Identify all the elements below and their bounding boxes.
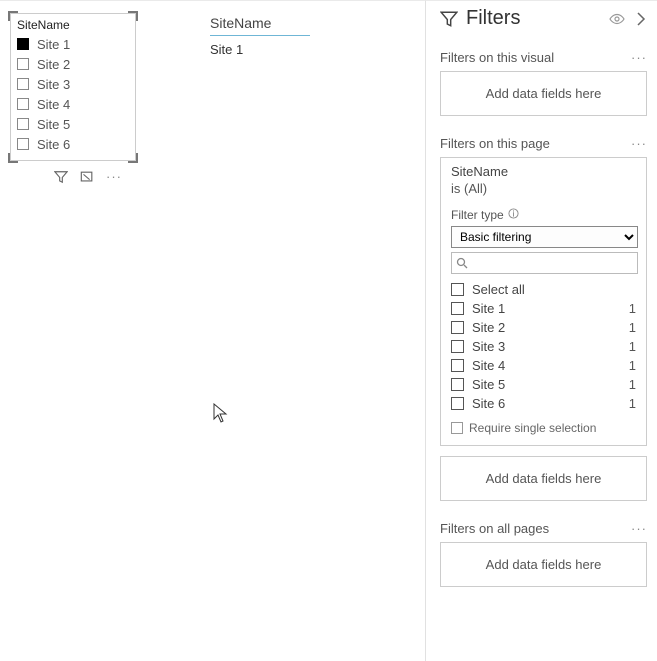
checkbox-icon[interactable] — [451, 422, 463, 434]
funnel-icon[interactable] — [54, 170, 68, 184]
checkbox-icon[interactable] — [451, 302, 464, 315]
filters-panel: Filters Filters on this visual ··· Add d… — [425, 0, 657, 661]
filter-value-count: 1 — [629, 320, 638, 335]
cursor-icon — [213, 403, 229, 426]
resize-handle-tr[interactable] — [128, 11, 138, 21]
section-page-more-icon[interactable]: ··· — [631, 136, 647, 151]
filter-value-count: 1 — [629, 301, 638, 316]
section-visual-more-icon[interactable]: ··· — [631, 50, 647, 65]
filter-value-row[interactable]: Select all — [451, 280, 638, 299]
page-dropzone[interactable]: Add data fields here — [440, 456, 647, 501]
resize-handle-bl[interactable] — [8, 153, 18, 163]
require-single-selection[interactable]: Require single selection — [451, 421, 638, 435]
visual-dropzone[interactable]: Add data fields here — [440, 71, 647, 116]
slicer-item-label: Site 4 — [37, 97, 70, 112]
filter-value-row[interactable]: Site 51 — [451, 375, 638, 394]
filter-value-count: 1 — [629, 396, 638, 411]
checkbox-icon[interactable] — [451, 359, 464, 372]
checkbox-icon[interactable] — [17, 98, 29, 110]
checkbox-icon[interactable] — [17, 138, 29, 150]
funnel-icon — [440, 10, 458, 28]
filter-value-count: 1 — [629, 339, 638, 354]
filter-value-label: Select all — [472, 282, 636, 297]
eye-icon[interactable] — [609, 11, 625, 27]
slicer-toolbar: ··· — [54, 169, 122, 184]
section-all-more-icon[interactable]: ··· — [631, 521, 647, 536]
slicer-item-label: Site 1 — [37, 37, 70, 52]
slicer-item-label: Site 2 — [37, 57, 70, 72]
filter-value-count: 1 — [629, 358, 638, 373]
section-all-label: Filters on all pages — [440, 521, 549, 536]
checkbox-icon[interactable] — [451, 321, 464, 334]
checkbox-icon[interactable] — [451, 397, 464, 410]
slicer-item[interactable]: Site 6 — [15, 134, 131, 154]
filter-type-label: Filter type — [451, 208, 638, 222]
slicer-item-label: Site 3 — [37, 77, 70, 92]
all-dropzone[interactable]: Add data fields here — [440, 542, 647, 587]
checkbox-icon[interactable] — [17, 118, 29, 130]
filter-value-label: Site 4 — [472, 358, 629, 373]
info-icon[interactable] — [508, 208, 519, 222]
resize-handle-br[interactable] — [128, 153, 138, 163]
checkbox-icon[interactable] — [451, 340, 464, 353]
focus-mode-icon[interactable] — [80, 170, 94, 184]
more-options-icon[interactable]: ··· — [106, 169, 122, 184]
card-visual[interactable]: SiteName Site 1 — [210, 15, 310, 57]
slicer-item-label: Site 6 — [37, 137, 70, 152]
slicer-item[interactable]: Site 2 — [15, 54, 131, 74]
slicer-list: Site 1 Site 2 Site 3 Site 4 Site 5 Site 6 — [11, 34, 135, 154]
card-header: SiteName — [210, 15, 310, 36]
filter-search-input[interactable] — [451, 252, 638, 274]
resize-handle-tl[interactable] — [8, 11, 18, 21]
filter-value-row[interactable]: Site 31 — [451, 337, 638, 356]
checkbox-icon[interactable] — [17, 78, 29, 90]
slicer-item[interactable]: Site 5 — [15, 114, 131, 134]
filter-value-count: 1 — [629, 377, 638, 392]
chevron-right-icon[interactable] — [635, 12, 647, 26]
slicer-item[interactable]: Site 1 — [15, 34, 131, 54]
slicer-item[interactable]: Site 3 — [15, 74, 131, 94]
filter-state: is (All) — [451, 181, 638, 196]
section-visual-label: Filters on this visual — [440, 50, 554, 65]
card-value: Site 1 — [210, 36, 310, 57]
report-canvas[interactable]: SiteName Site 1Site 2Site 3Site 4Site 5S… — [0, 0, 425, 661]
filter-type-select[interactable]: Basic filtering — [451, 226, 638, 248]
checkbox-icon[interactable] — [17, 58, 29, 70]
filter-value-label: Site 1 — [472, 301, 629, 316]
filter-field-name: SiteName — [451, 164, 638, 179]
slicer-item[interactable]: Site 4 — [15, 94, 131, 114]
checkbox-icon[interactable] — [451, 378, 464, 391]
filters-title: Filters — [466, 7, 601, 30]
filter-value-row[interactable]: Site 11 — [451, 299, 638, 318]
filter-values-list: Select allSite 11Site 21Site 31Site 41Si… — [451, 280, 638, 413]
filter-value-label: Site 3 — [472, 339, 629, 354]
filter-value-row[interactable]: Site 61 — [451, 394, 638, 413]
section-page-label: Filters on this page — [440, 136, 550, 151]
slicer-item-label: Site 5 — [37, 117, 70, 132]
slicer-visual[interactable]: SiteName Site 1Site 2Site 3Site 4Site 5S… — [10, 13, 136, 161]
filter-value-label: Site 2 — [472, 320, 629, 335]
filter-value-row[interactable]: Site 21 — [451, 318, 638, 337]
filter-value-label: Site 6 — [472, 396, 629, 411]
filter-value-label: Site 5 — [472, 377, 629, 392]
filter-value-row[interactable]: Site 41 — [451, 356, 638, 375]
checkbox-icon[interactable] — [451, 283, 464, 296]
filter-card-sitename[interactable]: SiteName is (All) Filter type Basic filt… — [440, 157, 647, 446]
slicer-title: SiteName — [11, 14, 135, 34]
checkbox-icon[interactable] — [17, 38, 29, 50]
